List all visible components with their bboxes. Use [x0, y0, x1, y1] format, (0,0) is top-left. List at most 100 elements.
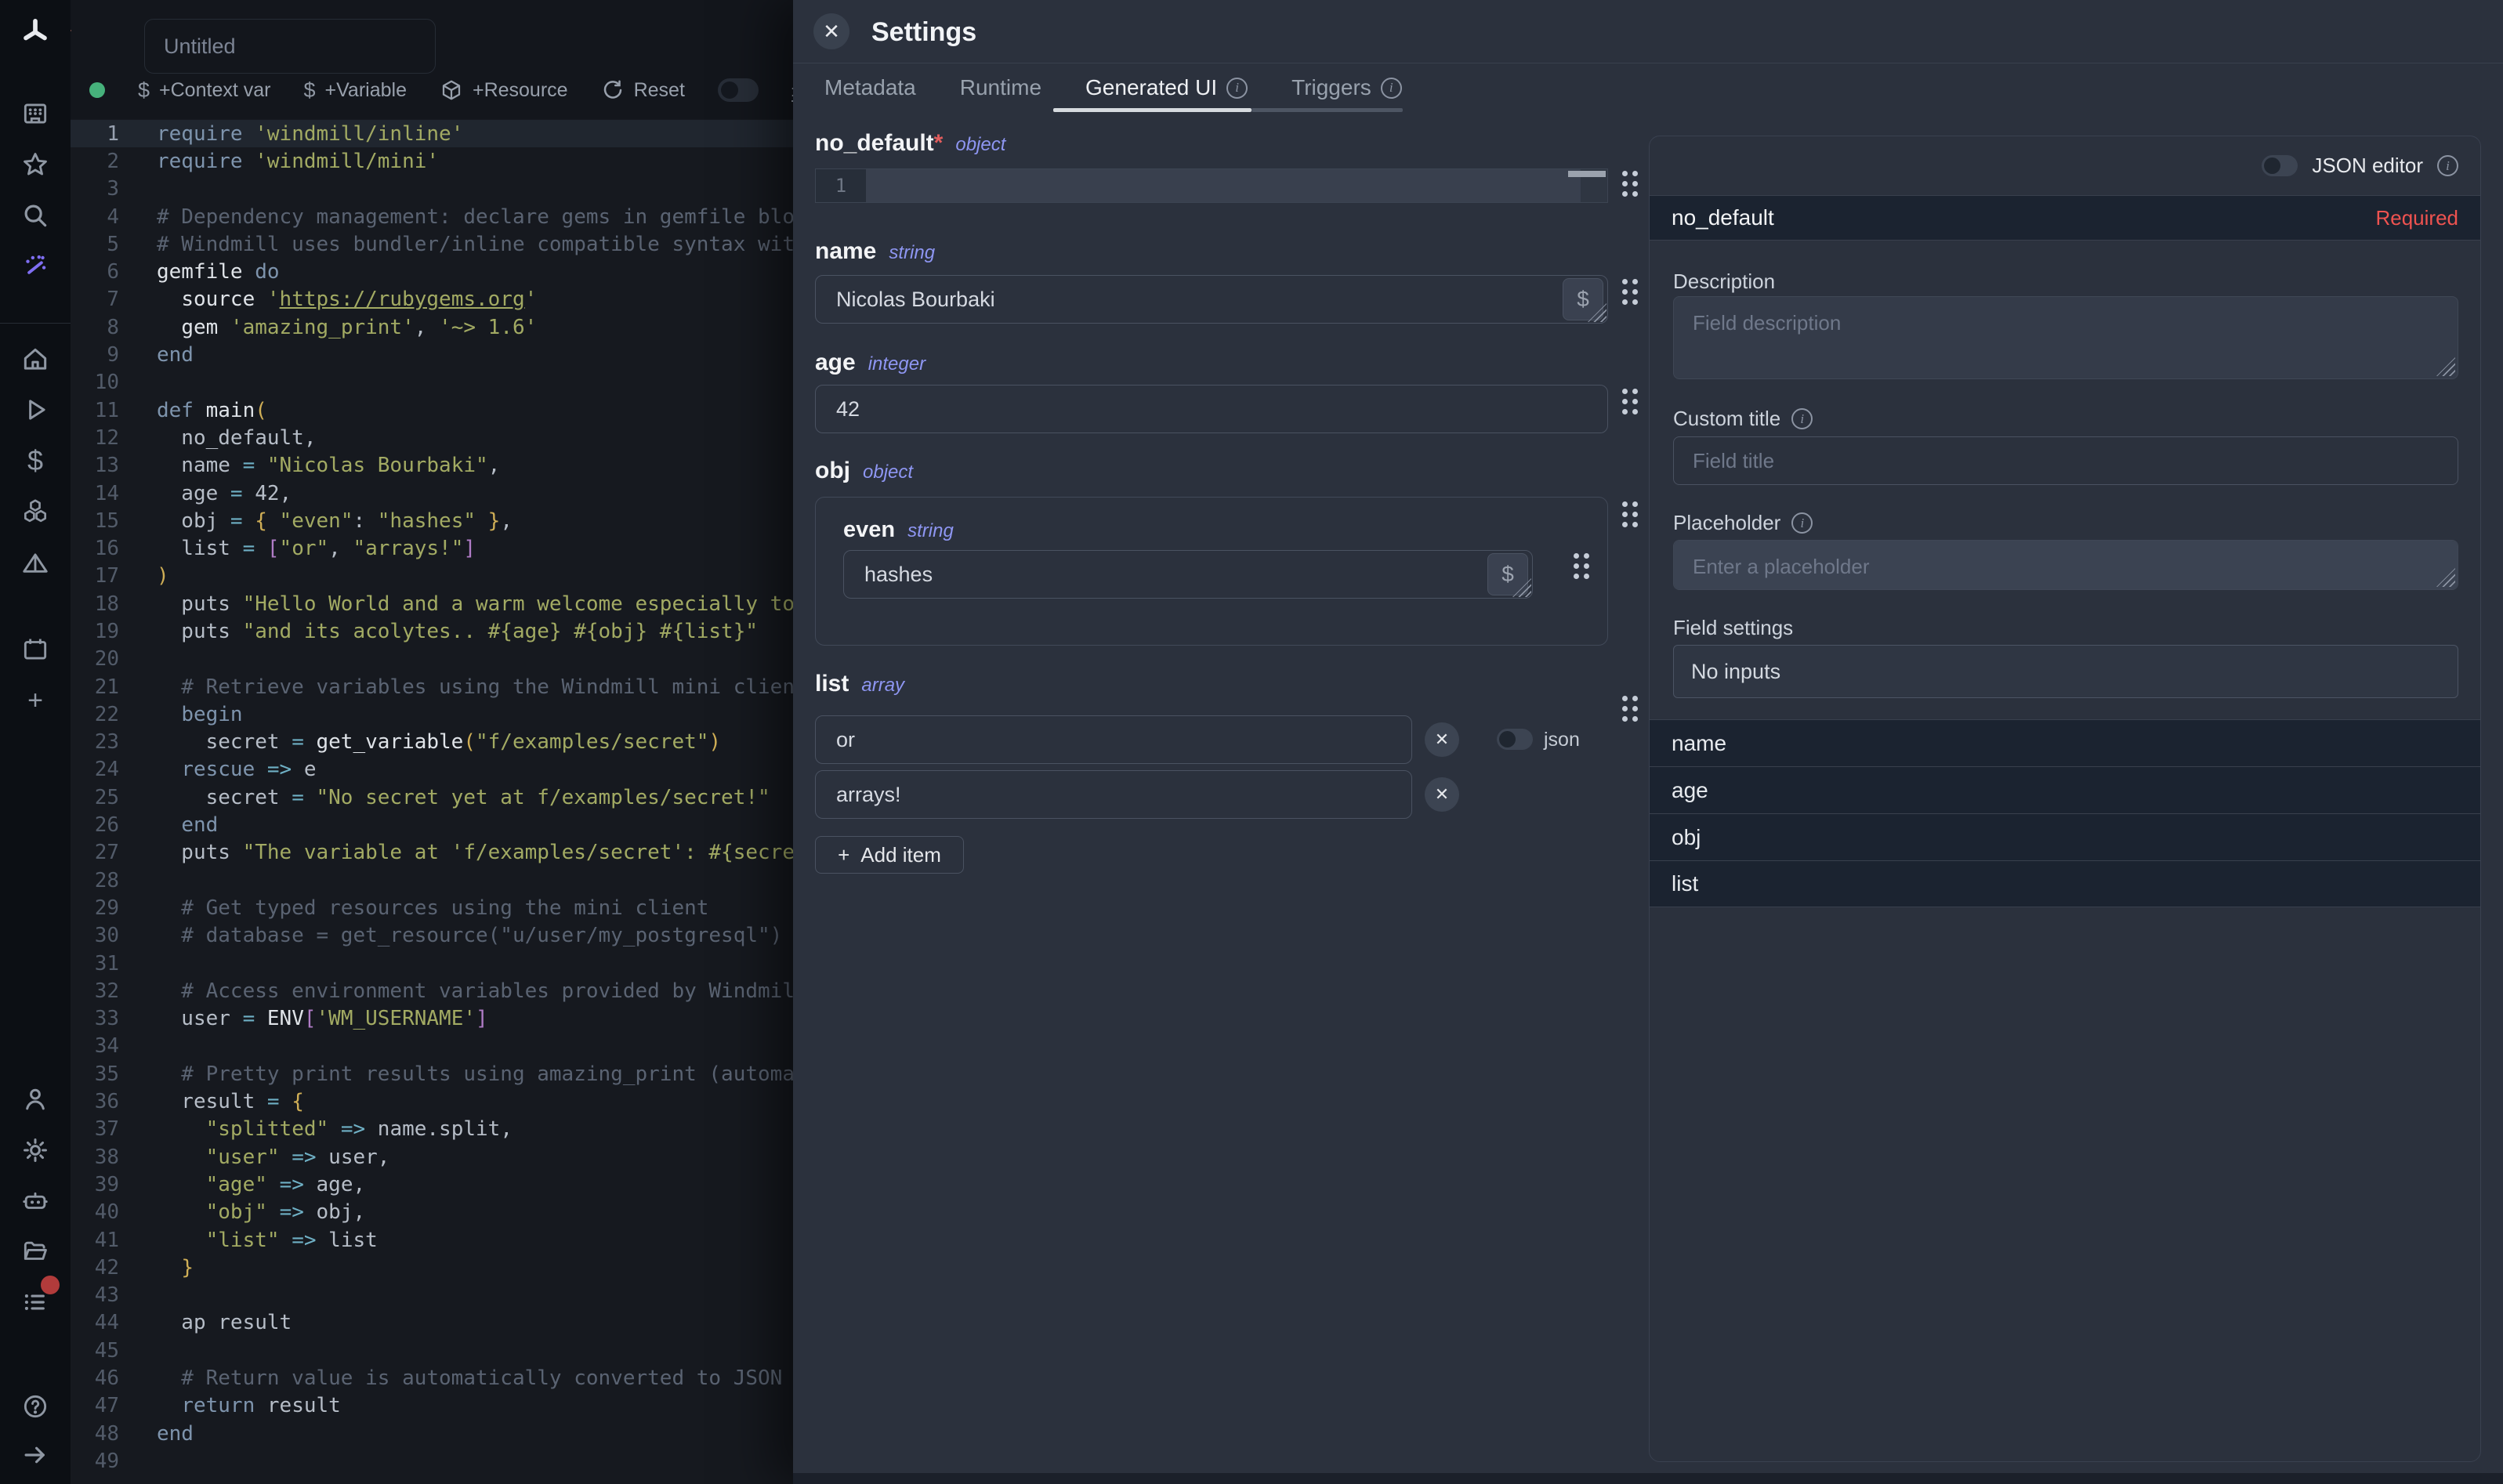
code-line[interactable]: 10 [71, 369, 793, 396]
no-default-json-input[interactable]: 1 [815, 168, 1608, 203]
panel-arg-row-obj[interactable]: obj [1650, 813, 2480, 860]
code-line[interactable]: 21 # Retrieve variables using the Windmi… [71, 673, 793, 700]
workers-robot-icon[interactable] [18, 1183, 53, 1218]
selected-field-row[interactable]: no_default Required [1650, 196, 2480, 241]
code-line[interactable]: 24 rescue => e [71, 756, 793, 784]
search-icon[interactable] [18, 198, 53, 233]
code-line[interactable]: 8 gem 'amazing_print', '~> 1.6' [71, 313, 793, 341]
drag-handle[interactable] [1622, 696, 1638, 722]
code-line[interactable]: 45 [71, 1337, 793, 1364]
info-icon[interactable]: i [1791, 512, 1813, 534]
code-line[interactable]: 14 age = 42, [71, 480, 793, 507]
code-line[interactable]: 5# Windmill uses bundler/inline compatib… [71, 230, 793, 258]
name-field-input[interactable] [815, 275, 1608, 324]
description-textarea[interactable] [1673, 296, 2458, 379]
code-line[interactable]: 35 # Pretty print results using amazing_… [71, 1060, 793, 1088]
code-line[interactable]: 28 [71, 867, 793, 894]
schedules-prism-icon[interactable] [18, 546, 53, 581]
code-line[interactable]: 47 return result [71, 1392, 793, 1420]
drag-handle[interactable] [1574, 553, 1589, 579]
code-line[interactable]: 16 list = ["or", "arrays!"] [71, 534, 793, 562]
windmill-logo-icon[interactable] [18, 15, 53, 49]
info-icon[interactable]: i [2437, 155, 2458, 176]
code-line[interactable]: 12 no_default, [71, 424, 793, 451]
info-icon[interactable]: i [1226, 78, 1248, 99]
code-line[interactable]: 42 } [71, 1254, 793, 1281]
list-item-input[interactable] [815, 715, 1412, 764]
panel-arg-row-age[interactable]: age [1650, 766, 2480, 813]
favorites-star-icon[interactable] [18, 147, 53, 182]
list-item-input[interactable] [815, 770, 1412, 819]
code-line[interactable]: 41 "list" => list [71, 1226, 793, 1254]
editor-toggle[interactable] [718, 78, 759, 102]
panel-arg-row-name[interactable]: name [1650, 719, 2480, 766]
info-icon[interactable]: i [1381, 78, 1402, 99]
resources-cubes-icon[interactable] [18, 494, 53, 529]
code-line[interactable]: 43 [71, 1281, 793, 1308]
mini-scrollbar[interactable] [1568, 171, 1606, 177]
code-line[interactable]: 6gemfile do [71, 258, 793, 285]
code-line[interactable]: 15 obj = { "even": "hashes" }, [71, 507, 793, 534]
tab-metadata[interactable]: Metadata [824, 75, 916, 100]
code-line[interactable]: 1require 'windmill/inline' [71, 120, 793, 147]
code-line[interactable]: 22 begin [71, 700, 793, 728]
add-context-var-button[interactable]: $ +Context var [138, 79, 270, 102]
code-line[interactable]: 32 # Access environment variables provid… [71, 977, 793, 1004]
code-line[interactable]: 31 [71, 950, 793, 977]
drag-handle[interactable] [1622, 389, 1638, 414]
code-line[interactable]: 19 puts "and its acolytes.. #{age} #{obj… [71, 617, 793, 645]
code-line[interactable]: 25 secret = "No secret yet at f/examples… [71, 784, 793, 811]
code-line[interactable]: 33 user = ENV['WM_USERNAME'] [71, 1005, 793, 1033]
add-plus-icon[interactable]: + [18, 683, 53, 718]
expand-arrow-icon[interactable] [18, 1438, 53, 1472]
code-line[interactable]: 40 "obj" => obj, [71, 1199, 793, 1226]
code-line[interactable]: 29 # Get typed resources using the mini … [71, 894, 793, 921]
add-item-button[interactable]: + Add item [815, 836, 964, 874]
code-line[interactable]: 26 end [71, 811, 793, 838]
tab-generated-ui[interactable]: Generated UI i [1085, 75, 1248, 100]
code-line[interactable]: 46 # Return value is automatically conve… [71, 1364, 793, 1392]
help-icon[interactable] [18, 1389, 53, 1424]
code-line[interactable]: 38 "user" => user, [71, 1143, 793, 1171]
json-editor-toggle[interactable] [2262, 155, 2298, 176]
code-line[interactable]: 30 # database = get_resource("u/user/my_… [71, 922, 793, 950]
even-field-input[interactable] [843, 550, 1533, 599]
code-editor[interactable]: 1require 'windmill/inline'2require 'wind… [71, 120, 793, 1484]
code-line[interactable]: 17) [71, 563, 793, 590]
variables-dollar-icon[interactable]: $ [18, 443, 53, 478]
settings-gear-icon[interactable] [18, 1133, 53, 1167]
code-line[interactable]: 20 [71, 646, 793, 673]
code-line[interactable]: 49 [71, 1447, 793, 1475]
home-icon[interactable] [18, 342, 53, 377]
account-person-icon[interactable] [18, 1082, 53, 1117]
code-line[interactable]: 9end [71, 341, 793, 368]
code-line[interactable]: 4# Dependency management: declare gems i… [71, 203, 793, 230]
drag-handle[interactable] [1622, 171, 1638, 197]
reset-button[interactable]: Reset [601, 78, 685, 102]
folders-icon[interactable] [18, 1234, 53, 1269]
remove-item-icon[interactable]: ✕ [1425, 722, 1459, 757]
code-line[interactable]: 34 [71, 1033, 793, 1060]
code-line[interactable]: 18 puts "Hello World and a warm welcome … [71, 590, 793, 617]
code-line[interactable]: 13 name = "Nicolas Bourbaki", [71, 452, 793, 480]
panel-arg-row-list[interactable]: list [1650, 860, 2480, 907]
code-line[interactable]: 37 "splitted" => name.split, [71, 1116, 793, 1143]
code-line[interactable]: 39 "age" => age, [71, 1171, 793, 1198]
code-line[interactable]: 23 secret = get_variable("f/examples/sec… [71, 729, 793, 756]
code-line[interactable]: 36 result = { [71, 1088, 793, 1115]
ai-wand-icon[interactable] [18, 249, 53, 284]
script-title-input[interactable] [144, 19, 436, 74]
age-field-input[interactable] [815, 385, 1608, 433]
code-line[interactable]: 7 source 'https://rubygems.org' [71, 286, 793, 313]
calendar-icon[interactable] [18, 632, 53, 667]
custom-title-input[interactable] [1673, 436, 2458, 485]
json-toggle[interactable] [1497, 729, 1533, 750]
close-icon[interactable]: ✕ [813, 13, 849, 49]
workspace-icon[interactable] [18, 96, 53, 131]
code-line[interactable]: 48end [71, 1420, 793, 1447]
code-line[interactable]: 27 puts "The variable at 'f/examples/sec… [71, 839, 793, 867]
remove-item-icon[interactable]: ✕ [1425, 777, 1459, 812]
code-line[interactable]: 44 ap result [71, 1309, 793, 1337]
code-line[interactable]: 2require 'windmill/mini' [71, 147, 793, 175]
runs-play-icon[interactable] [18, 393, 53, 427]
